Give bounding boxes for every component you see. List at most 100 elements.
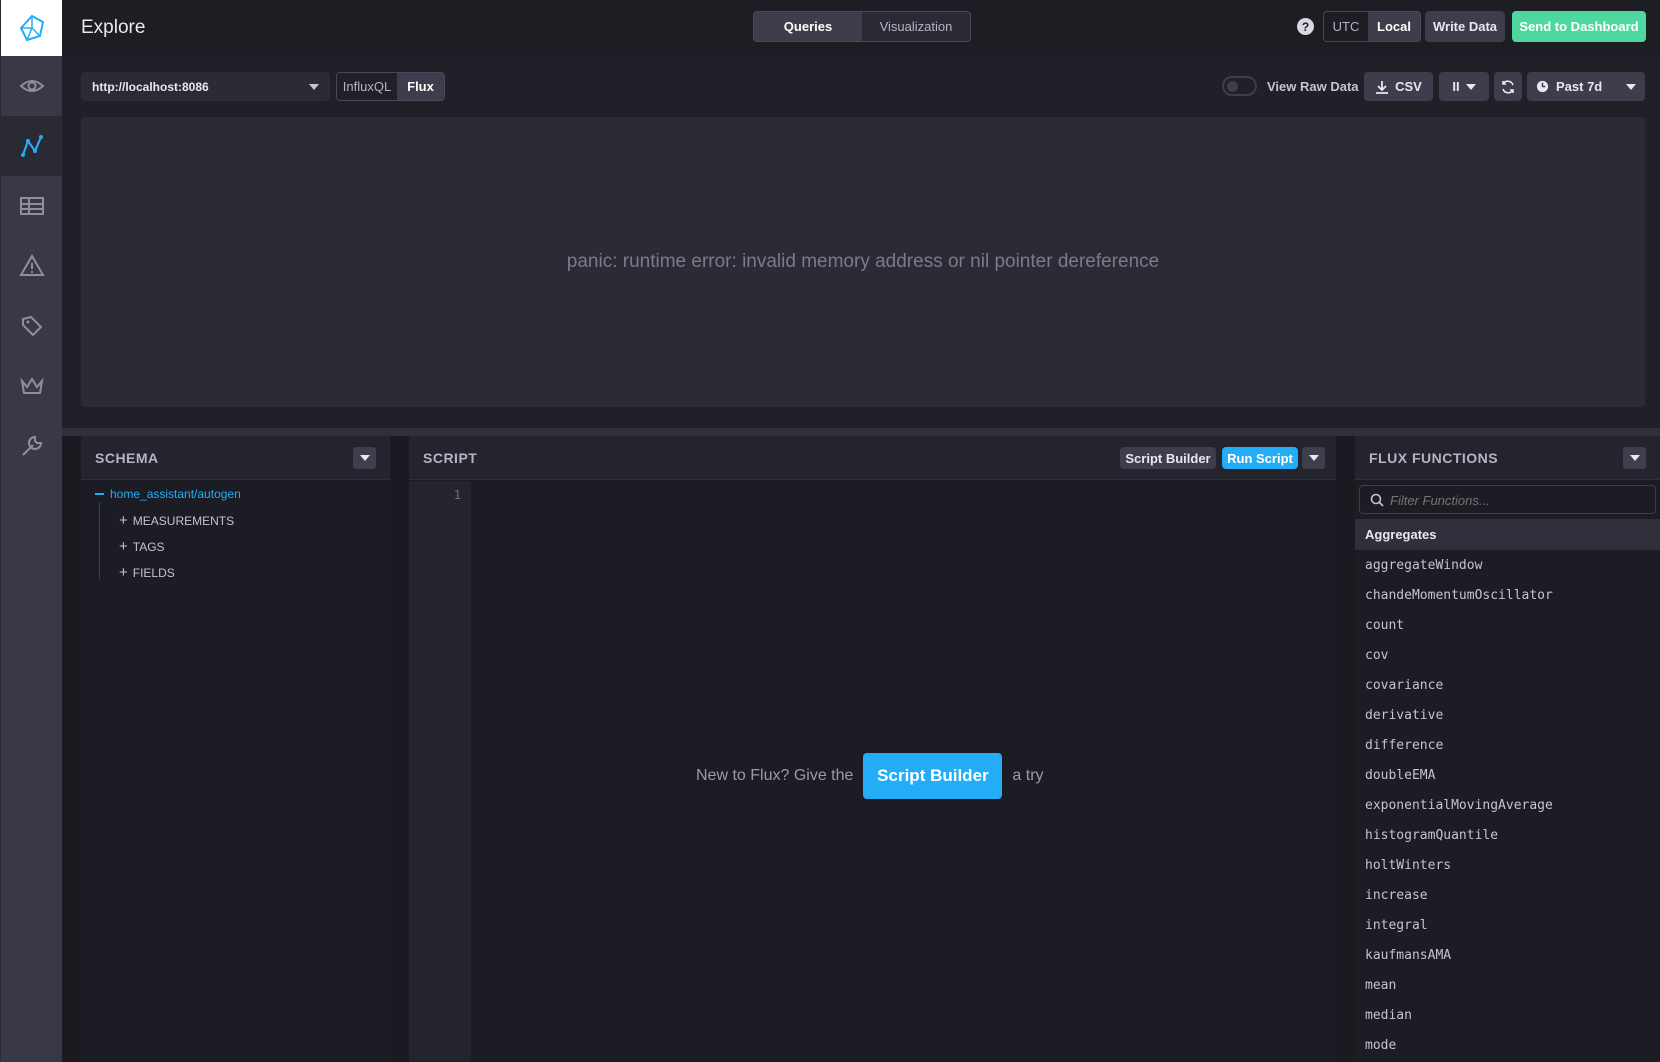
line-gutter: 1 xyxy=(409,481,471,1062)
function-item[interactable]: doubleEMA xyxy=(1355,760,1660,790)
toggle-knob xyxy=(1227,81,1238,92)
tags-label: TAGS xyxy=(132,539,165,554)
source-dropdown[interactable]: http://localhost:8086 xyxy=(81,72,330,101)
flux-functions-menu-button[interactable] xyxy=(1623,446,1646,469)
function-item[interactable]: count xyxy=(1355,610,1660,640)
collapse-icon xyxy=(95,493,104,495)
schema-title: SCHEMA xyxy=(95,449,159,466)
crown-icon xyxy=(19,377,44,394)
chevron-down-icon xyxy=(1308,455,1319,461)
write-data-button[interactable]: Write Data xyxy=(1425,11,1505,42)
nav-admin[interactable] xyxy=(1,356,62,416)
timezone-local[interactable]: Local xyxy=(1368,12,1420,41)
view-raw-data-label[interactable]: View Raw Data xyxy=(1267,79,1359,94)
refresh-button[interactable] xyxy=(1494,72,1522,101)
function-item[interactable]: aggregateWindow xyxy=(1355,550,1660,580)
help-icon[interactable]: ? xyxy=(1297,18,1314,35)
nav-alerting[interactable] xyxy=(1,236,62,296)
function-item[interactable]: difference xyxy=(1355,730,1660,760)
run-script-button[interactable]: Run Script xyxy=(1222,447,1298,469)
chevron-down-icon xyxy=(359,454,370,461)
timezone-toggle: UTC Local xyxy=(1323,11,1421,42)
schema-header: SCHEMA xyxy=(81,436,390,480)
resize-handle[interactable] xyxy=(62,428,1660,436)
tree-connector xyxy=(99,502,100,579)
script-panel: SCRIPT Script Builder Run Script 1 New t… xyxy=(409,436,1336,1062)
script-menu-button[interactable] xyxy=(1302,447,1325,469)
tags-icon xyxy=(21,315,42,337)
nav-status[interactable] xyxy=(1,56,62,116)
alert-icon xyxy=(18,254,45,276)
function-item[interactable]: covariance xyxy=(1355,670,1660,700)
expand-icon: + xyxy=(119,538,128,555)
fields-label: FIELDS xyxy=(132,565,175,580)
function-item[interactable]: kaufmansAMA xyxy=(1355,940,1660,970)
function-list: aggregateWindow chandeMomentumOscillator c… xyxy=(1355,550,1660,1060)
function-item[interactable]: integral xyxy=(1355,910,1660,940)
logo[interactable] xyxy=(1,0,62,56)
raw-data-toggle[interactable] xyxy=(1222,76,1257,96)
function-item[interactable]: histogramQuantile xyxy=(1355,820,1660,850)
function-item[interactable]: mode xyxy=(1355,1030,1660,1060)
expand-icon: + xyxy=(119,512,128,529)
flux-functions-panel: FLUX FUNCTIONS Aggregates aggregateWindo… xyxy=(1355,436,1660,1062)
schema-measurements[interactable]: + MEASUREMENTS xyxy=(119,512,234,529)
pause-button[interactable]: II xyxy=(1439,72,1489,101)
clock-icon xyxy=(1536,80,1549,93)
time-range-label: Past 7d xyxy=(1556,79,1603,94)
script-builder-hint: New to Flux? Give the Script Builder a t… xyxy=(696,753,1044,799)
filter-functions-input[interactable] xyxy=(1390,490,1650,510)
graph-error-message: panic: runtime error: invalid memory add… xyxy=(566,251,1160,272)
hint-suffix: a try xyxy=(1012,767,1044,784)
source-url: http://localhost:8086 xyxy=(92,79,209,94)
line-number: 1 xyxy=(453,488,461,502)
send-to-dashboard-button[interactable]: Send to Dashboard xyxy=(1512,11,1646,42)
function-item[interactable]: chandeMomentumOscillator xyxy=(1355,580,1660,610)
function-item[interactable]: mean xyxy=(1355,970,1660,1000)
language-toggle: InfluxQL Flux xyxy=(336,72,445,101)
download-icon xyxy=(1376,80,1389,94)
function-item[interactable]: cov xyxy=(1355,640,1660,670)
chevron-down-icon xyxy=(1465,83,1476,90)
schema-tags[interactable]: + TAGS xyxy=(119,538,165,555)
lang-flux[interactable]: Flux xyxy=(397,73,444,100)
graph-zone: http://localhost:8086 InfluxQL Flux View… xyxy=(62,56,1660,428)
page-title: Explore xyxy=(81,17,146,38)
lang-influxql[interactable]: InfluxQL xyxy=(337,73,397,100)
tab-queries[interactable]: Queries xyxy=(754,12,862,41)
function-item[interactable]: exponentialMovingAverage xyxy=(1355,790,1660,820)
hint-prefix: New to Flux? Give the xyxy=(696,767,854,784)
function-category: Aggregates xyxy=(1355,519,1660,550)
schema-fields[interactable]: + FIELDS xyxy=(119,564,175,581)
time-range-dropdown[interactable]: Past 7d xyxy=(1527,72,1645,101)
pause-icon: II xyxy=(1452,79,1460,94)
nav-configuration[interactable] xyxy=(1,416,62,476)
schema-menu-button[interactable] xyxy=(353,446,376,469)
timezone-utc[interactable]: UTC xyxy=(1324,12,1368,41)
nav-dashboards[interactable] xyxy=(1,176,62,236)
graph-area: panic: runtime error: invalid memory add… xyxy=(81,117,1645,407)
script-builder-button[interactable]: Script Builder xyxy=(1120,447,1216,469)
function-item[interactable]: holtWinters xyxy=(1355,850,1660,880)
nav-logs[interactable] xyxy=(1,296,62,356)
csv-button[interactable]: CSV xyxy=(1364,72,1433,101)
chevron-down-icon xyxy=(1629,454,1640,461)
chevron-down-icon xyxy=(1626,84,1636,90)
nav-explore[interactable] xyxy=(1,116,62,176)
hint-script-builder-button[interactable]: Script Builder xyxy=(863,753,1003,799)
filter-functions-field[interactable] xyxy=(1359,485,1656,514)
tab-visualization[interactable]: Visualization xyxy=(862,12,970,41)
function-item[interactable]: derivative xyxy=(1355,700,1660,730)
script-header: SCRIPT Script Builder Run Script xyxy=(409,436,1336,480)
search-icon xyxy=(1370,493,1384,507)
refresh-icon xyxy=(1502,79,1514,94)
graph-icon xyxy=(20,135,43,157)
schema-database[interactable]: home_assistant/autogen xyxy=(95,487,241,501)
schema-panel: SCHEMA home_assistant/autogen + MEASUREM… xyxy=(81,436,390,1062)
function-item[interactable]: increase xyxy=(1355,880,1660,910)
influx-logo-icon xyxy=(19,14,44,42)
measurements-label: MEASUREMENTS xyxy=(132,513,235,528)
flux-functions-title: FLUX FUNCTIONS xyxy=(1369,449,1499,466)
function-item[interactable]: median xyxy=(1355,1000,1660,1030)
eye-icon xyxy=(19,80,44,92)
